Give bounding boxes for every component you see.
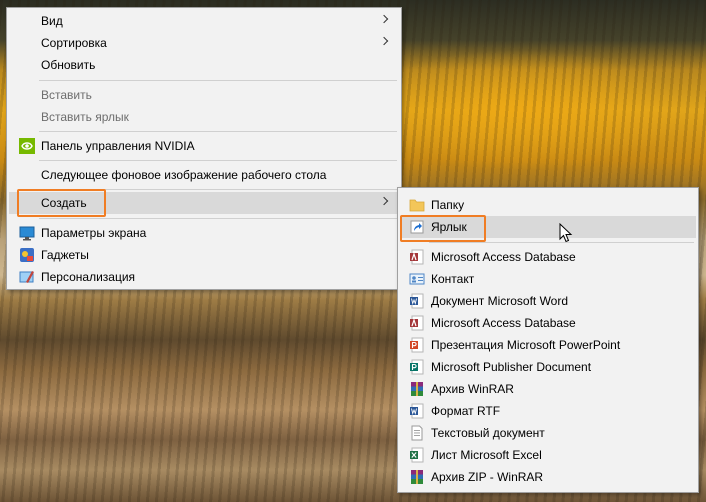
submenu-item-folder[interactable]: Папку	[400, 194, 696, 216]
submenu-item-publisher[interactable]: Microsoft Publisher Document	[400, 356, 696, 378]
menu-item-label: Ярлык	[431, 220, 467, 234]
winrar-archive-icon	[411, 382, 423, 396]
submenu-item-zip-archive[interactable]: Архив ZIP - WinRAR	[400, 466, 696, 488]
submenu-item-rtf[interactable]: Формат RTF	[400, 400, 696, 422]
create-submenu: Папку Ярлык Microsoft Access Database Ко…	[397, 187, 699, 493]
menu-item-create[interactable]: Создать	[9, 192, 399, 214]
menu-item-label: Параметры экрана	[41, 226, 147, 240]
chevron-right-icon	[379, 14, 389, 24]
submenu-item-access-database-2[interactable]: Microsoft Access Database	[400, 312, 696, 334]
menu-item-refresh[interactable]: Обновить	[9, 54, 399, 76]
submenu-item-access-database[interactable]: Microsoft Access Database	[400, 246, 696, 268]
submenu-item-word-document[interactable]: Документ Microsoft Word	[400, 290, 696, 312]
menu-item-label: Вставить ярлык	[41, 110, 129, 124]
display-settings-icon	[19, 226, 35, 241]
menu-item-view[interactable]: Вид	[9, 10, 399, 32]
menu-separator	[39, 131, 397, 132]
menu-item-display-settings[interactable]: Параметры экрана	[9, 222, 399, 244]
menu-item-next-wallpaper[interactable]: Следующее фоновое изображение рабочего с…	[9, 164, 399, 186]
menu-item-label: Формат RTF	[431, 404, 501, 418]
menu-item-nvidia-control-panel[interactable]: Панель управления NVIDIA	[9, 135, 399, 157]
word-document-icon	[410, 293, 424, 309]
powerpoint-icon	[410, 337, 424, 353]
chevron-right-icon	[379, 36, 389, 46]
text-document-icon	[411, 425, 423, 441]
mouse-cursor-icon	[559, 223, 573, 243]
menu-item-label: Microsoft Access Database	[431, 316, 576, 330]
submenu-item-winrar-archive[interactable]: Архив WinRAR	[400, 378, 696, 400]
menu-item-label: Microsoft Access Database	[431, 250, 576, 264]
menu-item-label: Обновить	[41, 58, 96, 72]
menu-separator	[39, 218, 397, 219]
zip-archive-icon	[411, 470, 423, 484]
menu-item-label: Гаджеты	[41, 248, 89, 262]
gadgets-icon	[20, 248, 34, 262]
menu-separator	[39, 189, 397, 190]
excel-sheet-icon	[410, 447, 424, 463]
rtf-document-icon	[410, 403, 424, 419]
submenu-item-text-document[interactable]: Текстовый документ	[400, 422, 696, 444]
folder-icon	[409, 199, 425, 212]
shortcut-icon	[410, 220, 424, 234]
menu-item-label: Документ Microsoft Word	[431, 294, 569, 308]
menu-item-label: Сортировка	[41, 36, 107, 50]
menu-item-sort[interactable]: Сортировка	[9, 32, 399, 54]
menu-item-paste-shortcut[interactable]: Вставить ярлык	[9, 106, 399, 128]
submenu-item-contact[interactable]: Контакт	[400, 268, 696, 290]
menu-item-gadgets[interactable]: Гаджеты	[9, 244, 399, 266]
menu-item-paste[interactable]: Вставить	[9, 84, 399, 106]
menu-item-label: Персонализация	[41, 270, 136, 284]
menu-item-label: Архив ZIP - WinRAR	[431, 470, 544, 484]
menu-item-personalization[interactable]: Персонализация	[9, 266, 399, 288]
menu-separator	[39, 80, 397, 81]
access-database-icon	[410, 249, 424, 265]
chevron-right-icon	[379, 196, 389, 206]
submenu-item-powerpoint[interactable]: Презентация Microsoft PowerPoint	[400, 334, 696, 356]
menu-item-label: Microsoft Publisher Document	[431, 360, 592, 374]
menu-item-label: Презентация Microsoft PowerPoint	[431, 338, 621, 352]
menu-item-label: Папку	[431, 198, 465, 212]
submenu-item-excel-sheet[interactable]: Лист Microsoft Excel	[400, 444, 696, 466]
menu-item-label: Контакт	[431, 272, 475, 286]
menu-item-label: Архив WinRAR	[431, 382, 514, 396]
menu-item-label: Вид	[41, 14, 63, 28]
menu-item-label: Панель управления NVIDIA	[41, 139, 195, 153]
personalization-icon	[19, 271, 34, 283]
menu-item-label: Следующее фоновое изображение рабочего с…	[41, 168, 327, 182]
menu-item-label: Создать	[41, 196, 87, 210]
desktop-context-menu: Вид Сортировка Обновить Вставить Вставит…	[6, 7, 402, 290]
menu-item-label: Вставить	[41, 88, 92, 102]
contact-icon	[409, 273, 425, 285]
access-database-icon	[410, 315, 424, 331]
nvidia-icon	[19, 138, 35, 154]
publisher-icon	[410, 359, 424, 375]
submenu-item-shortcut[interactable]: Ярлык	[400, 216, 696, 238]
menu-item-label: Лист Microsoft Excel	[431, 448, 542, 462]
menu-item-label: Текстовый документ	[431, 426, 545, 440]
menu-separator	[39, 160, 397, 161]
